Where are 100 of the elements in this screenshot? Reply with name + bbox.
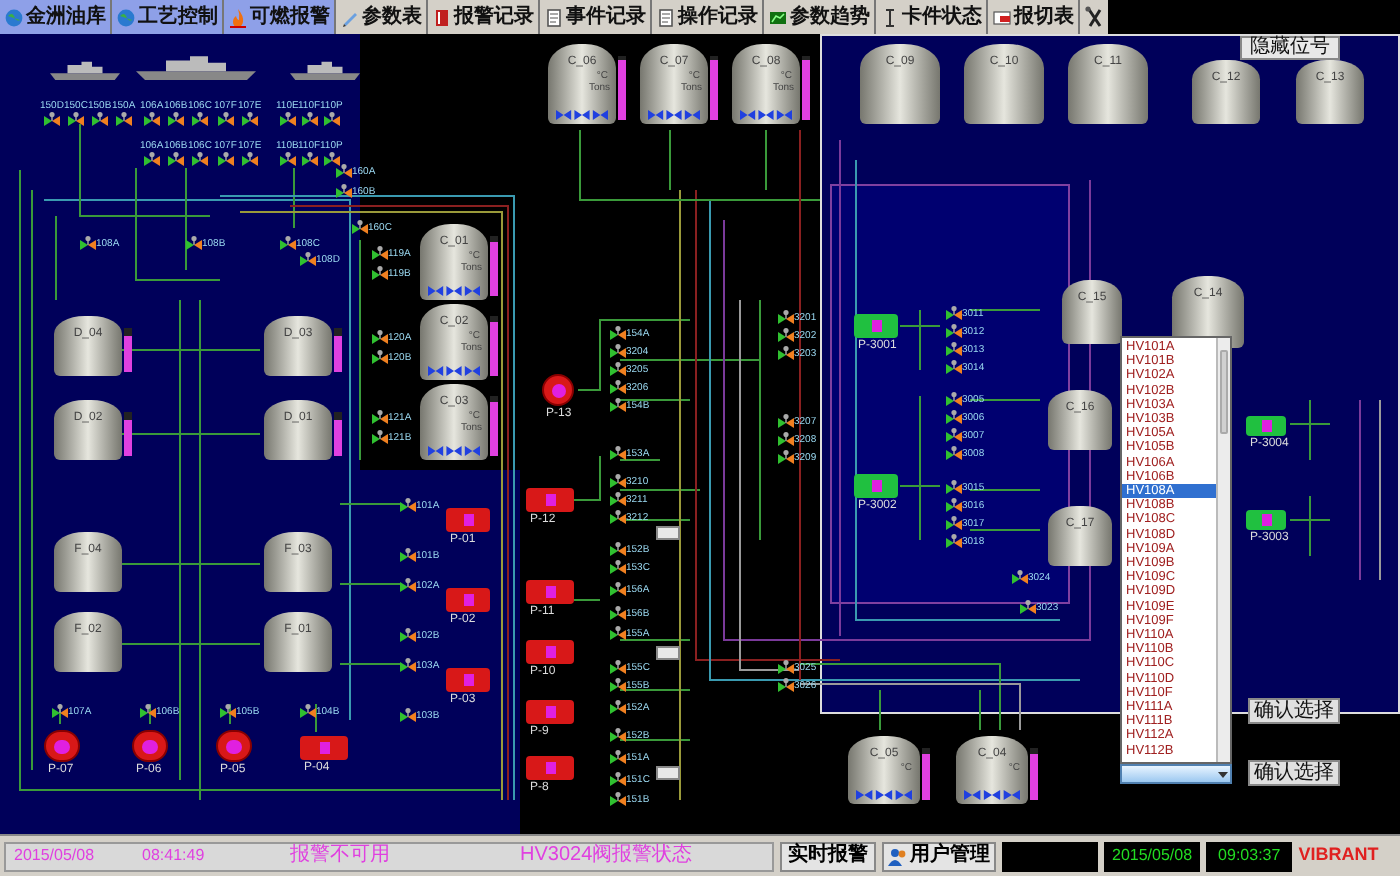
scrollbar[interactable] (1216, 338, 1230, 762)
valve-icon[interactable] (778, 414, 794, 428)
valve-icon[interactable] (778, 310, 794, 324)
valve-icon[interactable] (116, 112, 132, 126)
valve-icon[interactable] (400, 548, 416, 562)
valve-icon[interactable] (324, 152, 340, 166)
valve-icon[interactable] (336, 184, 352, 198)
valve-icon[interactable] (610, 492, 626, 506)
valve-icon[interactable] (610, 626, 626, 640)
valve-icon[interactable] (400, 708, 416, 722)
valve-icon[interactable] (610, 446, 626, 460)
valve-icon[interactable] (324, 112, 340, 126)
valve-icon[interactable] (610, 772, 626, 786)
valve-icon[interactable] (610, 750, 626, 764)
confirm-button[interactable]: 确认选择 (1248, 698, 1340, 724)
valve-icon[interactable] (68, 112, 84, 126)
valve-icon[interactable] (372, 266, 388, 280)
tag-list[interactable] (1120, 336, 1232, 764)
valve-icon[interactable] (192, 112, 208, 126)
valve-icon[interactable] (168, 152, 184, 166)
valve-icon[interactable] (610, 344, 626, 358)
valve-icon[interactable] (610, 326, 626, 340)
valve-icon[interactable] (44, 112, 60, 126)
valve-icon[interactable] (168, 112, 184, 126)
valve-icon[interactable] (946, 446, 962, 460)
valve-icon[interactable] (400, 628, 416, 642)
user-management-button[interactable]: 用户管理 (882, 841, 996, 871)
confirm-button[interactable]: 确认选择 (1248, 760, 1340, 786)
valve-icon[interactable] (144, 112, 160, 126)
valve-icon[interactable] (400, 658, 416, 672)
valve-icon[interactable] (946, 342, 962, 356)
valve-icon[interactable] (610, 362, 626, 376)
valve-icon[interactable] (778, 346, 794, 360)
valve-icon[interactable] (372, 350, 388, 364)
valve-icon[interactable] (778, 432, 794, 446)
tool-icon[interactable] (1084, 5, 1104, 29)
valve-icon[interactable] (946, 306, 962, 320)
toolbar-button[interactable]: 卡件状态 (876, 0, 988, 34)
valve-icon[interactable] (336, 164, 352, 178)
valve-icon[interactable] (300, 704, 316, 718)
valve-icon[interactable] (778, 328, 794, 342)
valve-icon[interactable] (372, 430, 388, 444)
toolbar-button[interactable]: 事件记录 (540, 0, 652, 34)
valve-icon[interactable] (372, 330, 388, 344)
valve-icon[interactable] (610, 542, 626, 556)
valve-icon[interactable] (946, 392, 962, 406)
valve-icon[interactable] (372, 410, 388, 424)
toolbar-button[interactable]: 金洲油库 (0, 0, 112, 34)
valve-icon[interactable] (372, 246, 388, 260)
valve-icon[interactable] (610, 606, 626, 620)
valve-icon[interactable] (610, 700, 626, 714)
toolbar-button[interactable]: 报切表 (988, 0, 1080, 34)
valve-icon[interactable] (778, 678, 794, 692)
valve-icon[interactable] (400, 498, 416, 512)
toolbar-button[interactable]: 工艺控制 (112, 0, 224, 34)
toolbar-button[interactable]: 可燃报警 (224, 0, 336, 34)
combo-box[interactable] (1120, 764, 1232, 784)
toolbar-button[interactable]: 参数趋势 (764, 0, 876, 34)
toolbar-button[interactable]: 操作记录 (652, 0, 764, 34)
valve-icon[interactable] (192, 152, 208, 166)
valve-icon[interactable] (1020, 600, 1036, 614)
valve-icon[interactable] (218, 152, 234, 166)
valve-icon[interactable] (946, 480, 962, 494)
valve-icon[interactable] (610, 474, 626, 488)
valve-icon[interactable] (186, 236, 202, 250)
valve-icon[interactable] (610, 792, 626, 806)
realtime-alarm-button[interactable]: 实时报警 (780, 841, 876, 871)
valve-icon[interactable] (610, 660, 626, 674)
valve-icon[interactable] (610, 560, 626, 574)
valve-icon[interactable] (946, 324, 962, 338)
valve-icon[interactable] (610, 398, 626, 412)
valve-icon[interactable] (218, 112, 234, 126)
valve-icon[interactable] (946, 534, 962, 548)
valve-icon[interactable] (778, 450, 794, 464)
valve-icon[interactable] (610, 582, 626, 596)
valve-icon[interactable] (242, 112, 258, 126)
valve-icon[interactable] (280, 112, 296, 126)
toolbar-button[interactable]: 报警记录 (428, 0, 540, 34)
valve-icon[interactable] (300, 252, 316, 266)
valve-icon[interactable] (1012, 570, 1028, 584)
valve-icon[interactable] (280, 152, 296, 166)
valve-icon[interactable] (610, 380, 626, 394)
hide-tags-button[interactable]: 隐藏位号 (1240, 36, 1340, 60)
valve-icon[interactable] (946, 428, 962, 442)
valve-icon[interactable] (92, 112, 108, 126)
valve-icon[interactable] (280, 236, 296, 250)
valve-icon[interactable] (144, 152, 160, 166)
valve-icon[interactable] (946, 498, 962, 512)
valve-icon[interactable] (946, 410, 962, 424)
valve-icon[interactable] (946, 516, 962, 530)
valve-icon[interactable] (352, 220, 368, 234)
valve-icon[interactable] (140, 704, 156, 718)
valve-icon[interactable] (610, 510, 626, 524)
valve-icon[interactable] (80, 236, 96, 250)
valve-icon[interactable] (220, 704, 236, 718)
valve-icon[interactable] (610, 728, 626, 742)
toolbar-button[interactable]: 参数表 (336, 0, 428, 34)
valve-icon[interactable] (778, 660, 794, 674)
valve-icon[interactable] (242, 152, 258, 166)
valve-icon[interactable] (302, 112, 318, 126)
